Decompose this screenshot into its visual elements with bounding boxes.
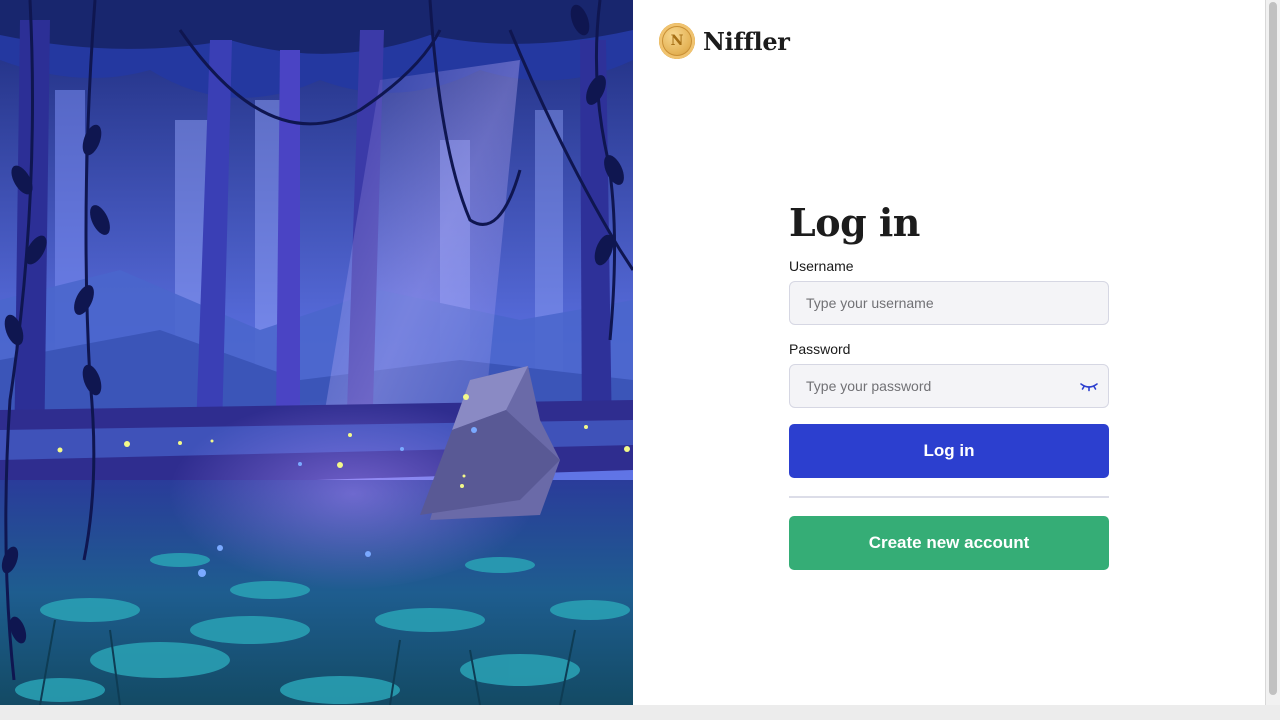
username-input[interactable]	[789, 281, 1109, 325]
username-field-wrapper	[789, 281, 1109, 325]
password-field-wrapper	[789, 364, 1109, 408]
brand-logo[interactable]: N Niffler	[659, 23, 790, 59]
login-button[interactable]: Log in	[789, 424, 1109, 478]
password-input[interactable]	[789, 364, 1109, 408]
brand-name: Niffler	[703, 26, 790, 56]
create-account-button[interactable]: Create new account	[789, 516, 1109, 570]
coin-icon: N	[659, 23, 695, 59]
forest-illustration	[0, 0, 633, 705]
login-form: Log in Username Password Log in	[789, 198, 1109, 570]
eye-closed-icon[interactable]	[1079, 376, 1099, 396]
login-panel: N Niffler Log in Username Password	[633, 0, 1266, 705]
login-page: N Niffler Log in Username Password	[0, 0, 1266, 705]
scrollbar-thumb[interactable]	[1269, 2, 1277, 695]
vertical-scrollbar[interactable]	[1266, 0, 1280, 705]
divider	[789, 496, 1109, 498]
password-label: Password	[789, 341, 851, 357]
username-label: Username	[789, 258, 854, 274]
page-title: Log in	[789, 200, 920, 245]
coin-letter: N	[670, 33, 684, 49]
